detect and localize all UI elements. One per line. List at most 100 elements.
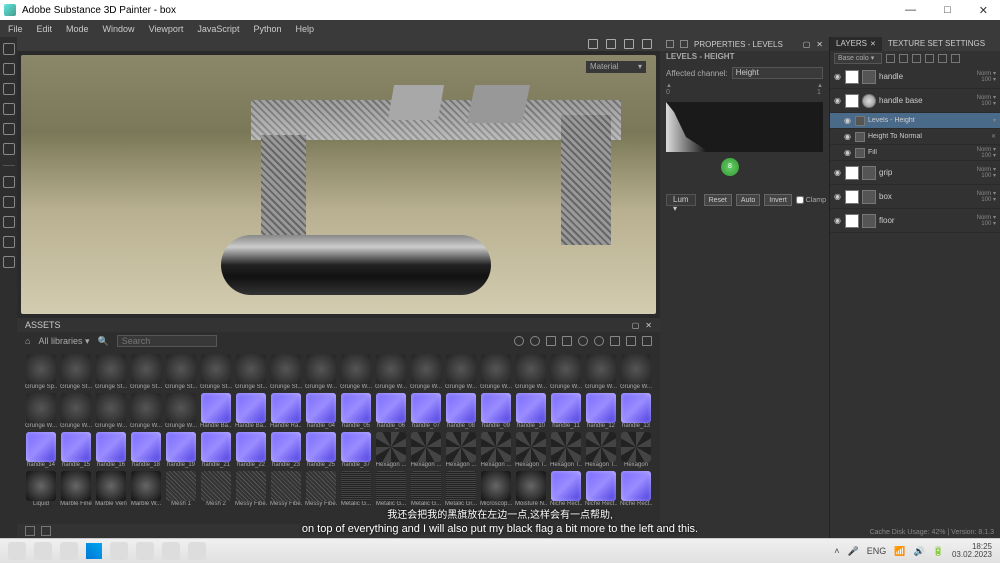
props-tab-label[interactable]: PROPERTIES - LEVELS bbox=[694, 40, 783, 49]
menu-help[interactable]: Help bbox=[295, 24, 314, 34]
asset-item[interactable]: Hexagon T... bbox=[515, 432, 547, 468]
brush-tool[interactable] bbox=[3, 43, 15, 55]
asset-item[interactable]: Microscop... bbox=[480, 471, 512, 507]
layer-mask-thumb[interactable] bbox=[845, 190, 859, 204]
layer-row[interactable]: ◉floorNorm ▾100 ▾ bbox=[830, 209, 1000, 233]
asset-item[interactable]: Grunge W... bbox=[340, 354, 372, 390]
layer-blend[interactable]: Norm ▾100 ▾ bbox=[977, 191, 996, 203]
taskbar-app-icon[interactable] bbox=[162, 542, 180, 560]
asset-item[interactable]: Grunge W... bbox=[305, 354, 337, 390]
layer-blend[interactable]: Norm ▾100 ▾ bbox=[977, 95, 996, 107]
levels-histogram[interactable] bbox=[666, 102, 823, 152]
asset-item[interactable]: Handle Ra... bbox=[270, 393, 302, 429]
assets-search-input[interactable] bbox=[117, 335, 217, 347]
channel-select[interactable]: Base colo ▾ bbox=[834, 53, 882, 64]
menu-edit[interactable]: Edit bbox=[37, 24, 53, 34]
asset-item[interactable]: Grunge W... bbox=[25, 393, 57, 429]
layer-mask-thumb[interactable] bbox=[845, 214, 859, 228]
asset-item[interactable]: handle_37 bbox=[340, 432, 372, 468]
affected-channel-select[interactable]: Height bbox=[732, 67, 823, 79]
asset-item[interactable]: handle_25 bbox=[305, 432, 337, 468]
tray-lang[interactable]: ENG bbox=[867, 546, 887, 556]
layer-row[interactable]: ◉handleNorm ▾100 ▾ bbox=[830, 65, 1000, 89]
menu-mode[interactable]: Mode bbox=[66, 24, 89, 34]
layer-row[interactable]: ◉FillNorm ▾100 ▾ bbox=[830, 145, 1000, 161]
layer-thumb[interactable] bbox=[862, 94, 876, 108]
auto-button[interactable]: Auto bbox=[736, 194, 760, 206]
asset-item[interactable]: handle_16 bbox=[95, 432, 127, 468]
asset-item[interactable]: handle_13 bbox=[620, 393, 652, 429]
delete-icon[interactable] bbox=[938, 54, 947, 63]
visibility-toggle[interactable]: ◉ bbox=[834, 192, 842, 201]
invert-button[interactable]: Invert bbox=[764, 194, 792, 206]
asset-item[interactable]: Grunge St... bbox=[60, 354, 92, 390]
props-close-icon[interactable]: ✕ bbox=[816, 40, 823, 49]
assets-close-icon[interactable]: ✕ bbox=[645, 321, 652, 330]
asset-item[interactable]: Handle Ba... bbox=[235, 393, 267, 429]
layer-blend[interactable]: Norm ▾100 ▾ bbox=[977, 215, 996, 227]
asset-item[interactable]: Metalic G... bbox=[340, 471, 372, 507]
material-dropdown[interactable]: Material bbox=[586, 61, 646, 73]
filter-color-icon[interactable] bbox=[530, 336, 540, 346]
layer-mask-thumb[interactable] bbox=[845, 70, 859, 84]
asset-item[interactable]: Grunge St... bbox=[270, 354, 302, 390]
visibility-toggle[interactable]: ◉ bbox=[844, 116, 852, 125]
render-tool[interactable] bbox=[3, 196, 15, 208]
assets-foot-icon[interactable] bbox=[25, 526, 35, 536]
asset-item[interactable]: handle_19 bbox=[165, 432, 197, 468]
misc-tool[interactable] bbox=[3, 256, 15, 268]
asset-item[interactable]: Grunge W... bbox=[95, 393, 127, 429]
asset-item[interactable]: handle_21 bbox=[200, 432, 232, 468]
asset-item[interactable]: Grunge Sp... bbox=[25, 354, 57, 390]
taskbar-app-icon[interactable] bbox=[8, 542, 26, 560]
menu-viewport[interactable]: Viewport bbox=[149, 24, 184, 34]
props-icon[interactable] bbox=[666, 40, 674, 48]
start-button[interactable] bbox=[86, 543, 102, 559]
eraser-tool[interactable] bbox=[3, 63, 15, 75]
bake-tool[interactable] bbox=[3, 216, 15, 228]
export-tool[interactable] bbox=[3, 176, 15, 188]
asset-item[interactable]: Grunge W... bbox=[550, 354, 582, 390]
asset-item[interactable]: Grunge W... bbox=[515, 354, 547, 390]
layer-blend[interactable]: Norm ▾100 ▾ bbox=[977, 167, 996, 179]
menu-javascript[interactable]: JavaScript bbox=[197, 24, 239, 34]
menu-window[interactable]: Window bbox=[103, 24, 135, 34]
layer-thumb[interactable] bbox=[862, 70, 876, 84]
layer-thumb[interactable] bbox=[862, 166, 876, 180]
viewport-3d[interactable]: Material bbox=[21, 55, 656, 314]
props-icon[interactable] bbox=[680, 40, 688, 48]
asset-item[interactable]: handle_04 bbox=[305, 393, 337, 429]
tray-wifi-icon[interactable]: 📶 bbox=[894, 546, 905, 557]
asset-item[interactable]: Messy Fibe... bbox=[305, 471, 337, 507]
hist-mark-min[interactable]: 0 bbox=[666, 83, 672, 96]
display-icon[interactable] bbox=[606, 39, 616, 49]
taskbar-app-icon[interactable] bbox=[60, 542, 78, 560]
asset-item[interactable]: Hexagon ... bbox=[375, 432, 407, 468]
asset-item[interactable]: Grunge W... bbox=[480, 354, 512, 390]
asset-item[interactable]: Grunge St... bbox=[200, 354, 232, 390]
asset-item[interactable]: Hexagon ... bbox=[410, 432, 442, 468]
asset-item[interactable]: Grunge W... bbox=[130, 393, 162, 429]
visibility-toggle[interactable]: ◉ bbox=[834, 96, 842, 105]
layer-mask-thumb[interactable] bbox=[845, 166, 859, 180]
asset-item[interactable]: Niche Rect... bbox=[620, 471, 652, 507]
asset-item[interactable]: handle_10 bbox=[515, 393, 547, 429]
maximize-button[interactable]: □ bbox=[936, 4, 959, 17]
asset-item[interactable]: handle_07 bbox=[410, 393, 442, 429]
visibility-toggle[interactable]: ◉ bbox=[844, 132, 852, 141]
asset-item[interactable]: handle_15 bbox=[60, 432, 92, 468]
view-grid-icon[interactable] bbox=[642, 336, 652, 346]
asset-item[interactable]: Grunge W... bbox=[620, 354, 652, 390]
visibility-toggle[interactable]: ◉ bbox=[834, 72, 842, 81]
layer-thumb[interactable] bbox=[862, 190, 876, 204]
filter-particle-icon[interactable] bbox=[594, 336, 604, 346]
asset-item[interactable]: Mesh 2 bbox=[200, 471, 232, 507]
asset-item[interactable]: handle_22 bbox=[235, 432, 267, 468]
view-tiles-icon[interactable] bbox=[626, 336, 636, 346]
tab-texture-set[interactable]: TEXTURE SET SETTINGS bbox=[882, 37, 991, 51]
layer-close[interactable]: ✕ bbox=[991, 134, 996, 140]
minimize-button[interactable]: — bbox=[897, 4, 924, 17]
asset-item[interactable]: handle_23 bbox=[270, 432, 302, 468]
asset-item[interactable]: Marble Fine bbox=[60, 471, 92, 507]
close-button[interactable]: ✕ bbox=[971, 4, 996, 17]
